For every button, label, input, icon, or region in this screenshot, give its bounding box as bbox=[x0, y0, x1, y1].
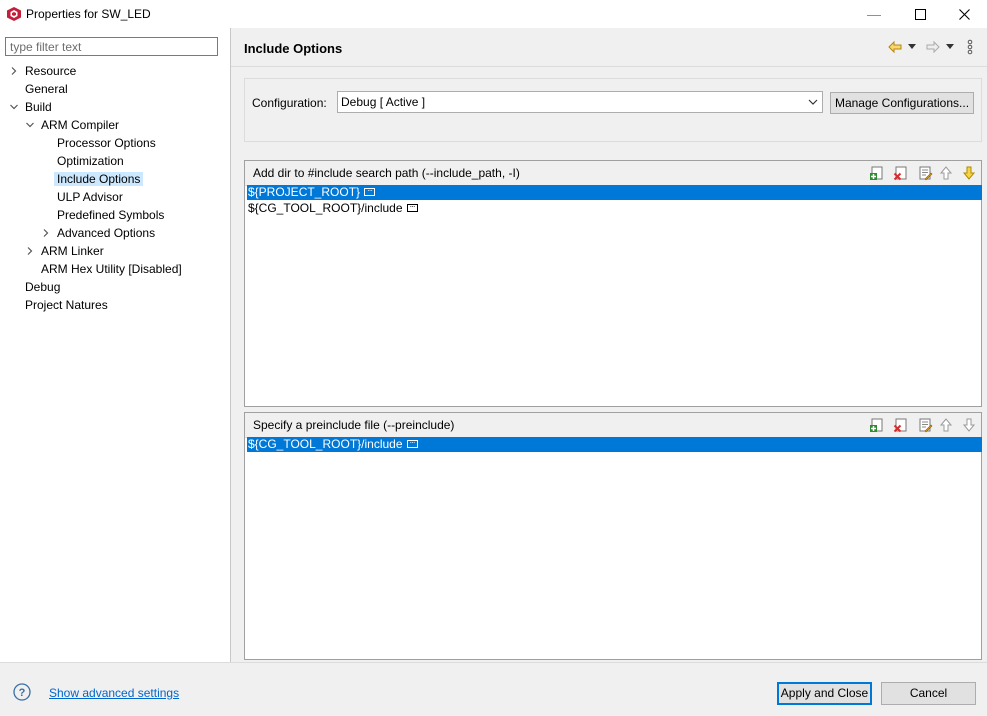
chevron-right-icon[interactable] bbox=[25, 246, 35, 256]
back-dropdown-icon[interactable] bbox=[908, 44, 916, 50]
tree-item-label: ARM Linker bbox=[41, 244, 104, 258]
edit-icon[interactable] bbox=[917, 417, 933, 433]
chevron-right-icon[interactable] bbox=[9, 66, 19, 76]
list-item[interactable]: ${CG_TOOL_ROOT}/include ··· bbox=[247, 201, 418, 216]
delete-icon[interactable] bbox=[893, 417, 909, 433]
edit-ellipsis-icon[interactable]: ··· bbox=[364, 186, 376, 196]
move-up-icon[interactable] bbox=[938, 165, 954, 181]
header-separator bbox=[231, 66, 987, 67]
back-arrow-icon[interactable] bbox=[887, 39, 903, 55]
forward-dropdown-icon[interactable] bbox=[946, 44, 954, 50]
move-down-icon[interactable] bbox=[961, 417, 977, 433]
tree-item-label: Include Options bbox=[54, 172, 144, 186]
chevron-down-icon bbox=[808, 99, 818, 105]
minimize-button[interactable]: — bbox=[851, 0, 897, 28]
show-advanced-settings-link[interactable]: Show advanced settings bbox=[49, 686, 179, 700]
list-item-value: ${CG_TOOL_ROOT}/include bbox=[248, 437, 403, 451]
tree-item[interactable]: ARM Compiler bbox=[38, 116, 122, 134]
list-item-value: ${CG_TOOL_ROOT}/include bbox=[248, 201, 403, 215]
svg-text:?: ? bbox=[19, 687, 26, 699]
tree-item-label: Optimization bbox=[57, 154, 124, 168]
tree-item-label: Debug bbox=[25, 280, 61, 294]
tree-item[interactable]: General bbox=[22, 80, 71, 98]
tree-item-label: Build bbox=[25, 100, 52, 114]
tree-item[interactable]: ULP Advisor bbox=[54, 188, 126, 206]
include-path-header: Add dir to #include search path (--inclu… bbox=[245, 161, 981, 186]
tree-item[interactable]: Debug bbox=[22, 278, 63, 296]
cancel-button[interactable]: Cancel bbox=[881, 682, 976, 705]
preinclude-header: Specify a preinclude file (--preinclude) bbox=[245, 413, 981, 438]
title-bar: Properties for SW_LED — bbox=[0, 0, 987, 28]
window-title: Properties for SW_LED bbox=[26, 7, 151, 21]
tree-item-label: General bbox=[25, 82, 68, 96]
edit-icon[interactable] bbox=[917, 165, 933, 181]
help-icon[interactable]: ? bbox=[13, 683, 31, 701]
properties-page: Include Options Configuration: Debug [ A… bbox=[231, 28, 987, 662]
delete-icon[interactable] bbox=[893, 165, 909, 181]
navigation-panel: Resource General Build ARM Compiler Processo… bbox=[0, 28, 231, 662]
tree-item-label: Processor Options bbox=[57, 136, 156, 150]
edit-ellipsis-icon[interactable]: ··· bbox=[406, 202, 418, 212]
footer-separator bbox=[0, 662, 987, 663]
tree-item-label: ARM Compiler bbox=[41, 118, 120, 132]
app-logo-icon bbox=[7, 7, 21, 21]
maximize-button[interactable] bbox=[897, 0, 943, 28]
configuration-label: Configuration: bbox=[252, 96, 327, 110]
move-down-icon[interactable] bbox=[961, 165, 977, 181]
chevron-down-icon[interactable] bbox=[25, 120, 35, 130]
chevron-down-icon[interactable] bbox=[9, 102, 19, 112]
edit-ellipsis-icon[interactable]: ··· bbox=[406, 438, 418, 448]
more-options-icon[interactable] bbox=[967, 39, 973, 55]
tree-item[interactable]: Predefined Symbols bbox=[54, 206, 167, 224]
list-item[interactable]: ${PROJECT_ROOT} ··· bbox=[247, 185, 982, 200]
filter-input[interactable] bbox=[6, 38, 217, 55]
tree-item-label: Predefined Symbols bbox=[57, 208, 165, 222]
tree-item[interactable]: ARM Linker bbox=[38, 242, 107, 260]
tree-item[interactable]: Optimization bbox=[54, 152, 127, 170]
include-path-title: Add dir to #include search path (--inclu… bbox=[253, 166, 520, 180]
forward-arrow-icon[interactable] bbox=[925, 39, 941, 55]
tree-item[interactable]: Processor Options bbox=[54, 134, 159, 152]
tree-item-label: Advanced Options bbox=[57, 226, 156, 240]
tree-item[interactable]: Advanced Options bbox=[54, 224, 158, 242]
maximize-icon bbox=[914, 8, 926, 20]
tree-item-label: Project Natures bbox=[25, 298, 108, 312]
close-icon bbox=[958, 8, 970, 20]
tree-item[interactable]: ARM Hex Utility [Disabled] bbox=[38, 260, 185, 278]
tree-item[interactable]: Include Options bbox=[54, 170, 144, 188]
chevron-right-icon[interactable] bbox=[41, 228, 51, 238]
add-icon[interactable] bbox=[869, 417, 885, 433]
configuration-select[interactable]: Debug [ Active ] bbox=[337, 91, 823, 113]
configuration-value: Debug [ Active ] bbox=[341, 95, 426, 109]
preinclude-list: Specify a preinclude file (--preinclude)… bbox=[244, 412, 982, 660]
move-up-icon[interactable] bbox=[938, 417, 954, 433]
list-item[interactable]: ${CG_TOOL_ROOT}/include ··· bbox=[247, 437, 982, 452]
tree-item[interactable]: Project Natures bbox=[22, 296, 111, 314]
tree-item-label: ARM Hex Utility [Disabled] bbox=[41, 262, 182, 276]
tree-item[interactable]: Resource bbox=[22, 62, 79, 80]
add-icon[interactable] bbox=[869, 165, 885, 181]
close-button[interactable] bbox=[941, 0, 987, 28]
include-path-list: Add dir to #include search path (--inclu… bbox=[244, 160, 982, 407]
preinclude-title: Specify a preinclude file (--preinclude) bbox=[253, 418, 455, 432]
manage-configurations-button[interactable]: Manage Configurations... bbox=[830, 92, 974, 114]
list-item-value: ${PROJECT_ROOT} bbox=[248, 185, 361, 199]
tree-item[interactable]: Build bbox=[22, 98, 55, 116]
filter-field[interactable] bbox=[5, 37, 218, 56]
page-title: Include Options bbox=[244, 41, 343, 56]
apply-and-close-button[interactable]: Apply and Close bbox=[777, 682, 872, 705]
tree-item-label: ULP Advisor bbox=[57, 190, 123, 204]
tree-item-label: Resource bbox=[25, 64, 77, 78]
